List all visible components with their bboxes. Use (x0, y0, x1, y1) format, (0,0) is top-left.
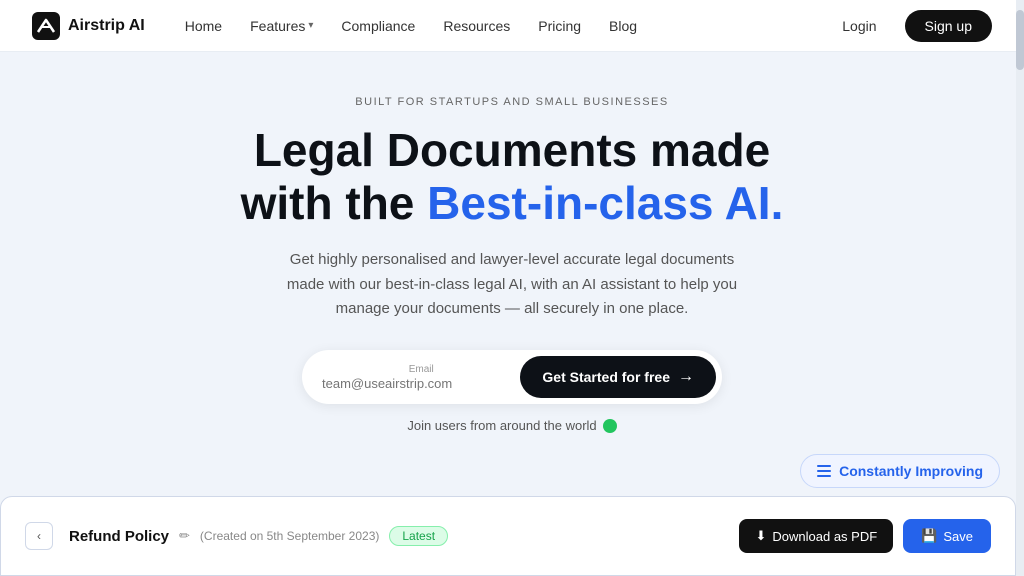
nav-features[interactable]: Features ▾ (250, 18, 313, 34)
logo-link[interactable]: Airstrip AI (32, 12, 145, 40)
nav-compliance[interactable]: Compliance (341, 18, 415, 34)
scrollbar-thumb[interactable] (1016, 10, 1024, 70)
signup-button[interactable]: Sign up (905, 10, 992, 42)
nav-pricing[interactable]: Pricing (538, 18, 581, 34)
hero-eyebrow: BUILT FOR STARTUPS AND SMALL BUSINESSES (355, 96, 668, 108)
panel-back-button[interactable]: ‹ (25, 522, 53, 550)
panel-actions: ⬇ Download as PDF 💾 Save (739, 519, 991, 553)
hero-description: Get highly personalised and lawyer-level… (272, 248, 752, 322)
hero-highlight: Best-in-class AI. (427, 177, 783, 229)
globe-icon (603, 419, 617, 433)
cta-button[interactable]: Get Started for free → (520, 356, 716, 398)
email-label: Email (322, 364, 520, 375)
save-button[interactable]: 💾 Save (903, 519, 991, 553)
nav-resources[interactable]: Resources (443, 18, 510, 34)
nav-home[interactable]: Home (185, 18, 222, 34)
arrow-icon: → (678, 368, 694, 386)
doc-title: Refund Policy (69, 528, 169, 545)
hero-section: BUILT FOR STARTUPS AND SMALL BUSINESSES … (0, 52, 1024, 433)
doc-info: Refund Policy ✏ (Created on 5th Septembe… (69, 526, 723, 546)
email-form: Email Get Started for free → (302, 350, 722, 404)
document-panel: ‹ Refund Policy ✏ (Created on 5th Septem… (0, 496, 1016, 576)
nav-actions: Login Sign up (830, 10, 992, 42)
edit-icon[interactable]: ✏ (179, 528, 190, 544)
chevron-down-icon: ▾ (308, 20, 313, 31)
social-proof: Join users from around the world (407, 418, 616, 433)
menu-icon (817, 465, 831, 477)
download-button[interactable]: ⬇ Download as PDF (739, 519, 893, 553)
logo-icon (32, 12, 60, 40)
doc-meta: (Created on 5th September 2023) (200, 529, 379, 543)
hero-title: Legal Documents made with the Best-in-cl… (241, 124, 784, 230)
download-icon: ⬇ (755, 528, 766, 544)
login-button[interactable]: Login (830, 12, 888, 40)
email-field-wrapper: Email (322, 364, 520, 391)
navbar: Airstrip AI Home Features ▾ Compliance R… (0, 0, 1024, 52)
scrollbar[interactable] (1016, 0, 1024, 576)
nav-links: Home Features ▾ Compliance Resources Pri… (185, 18, 831, 34)
improving-label: Constantly Improving (839, 463, 983, 479)
email-input[interactable] (322, 376, 520, 391)
logo-text: Airstrip AI (68, 17, 145, 35)
improving-badge: Constantly Improving (800, 454, 1000, 488)
doc-badge: Latest (389, 526, 448, 546)
nav-blog[interactable]: Blog (609, 18, 637, 34)
save-icon: 💾 (921, 528, 937, 544)
